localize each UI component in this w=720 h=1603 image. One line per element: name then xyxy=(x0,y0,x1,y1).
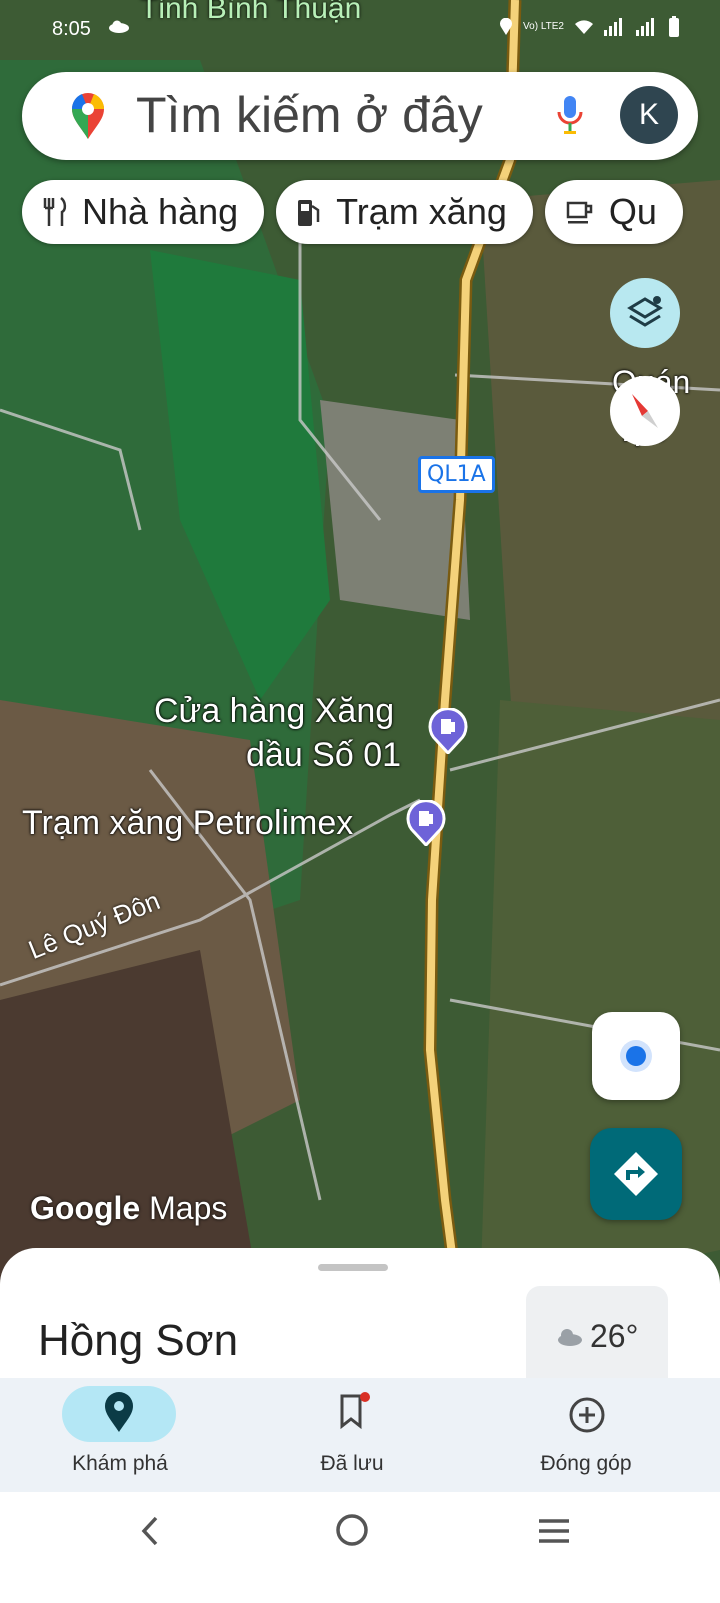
bottom-navigation: Khám phá Đã lưu Đóng góp xyxy=(0,1378,720,1492)
place-name: Hồng Sơn xyxy=(38,1316,239,1365)
nav-explore[interactable]: Khám phá xyxy=(0,1378,240,1492)
compass-button[interactable] xyxy=(610,376,680,446)
compass-icon xyxy=(632,394,658,428)
account-avatar[interactable]: K xyxy=(620,86,678,144)
my-location-button[interactable] xyxy=(592,1012,680,1100)
poi-label-petrolimex[interactable]: Trạm xăng Petrolimex xyxy=(22,804,353,843)
battery-icon xyxy=(669,16,679,37)
gas-station-marker-icon[interactable] xyxy=(428,708,468,754)
system-navigation-bar xyxy=(0,1492,720,1603)
temperature: 26° xyxy=(590,1318,639,1354)
coffee-icon xyxy=(566,201,593,224)
system-indicators: Vo) LTE2 xyxy=(499,16,680,38)
chip-coffee[interactable]: Qu xyxy=(544,180,683,244)
microphone-icon[interactable] xyxy=(556,94,584,138)
directions-button[interactable] xyxy=(590,1128,682,1220)
google-maps-watermark: Google Maps xyxy=(30,1190,227,1227)
home-icon[interactable] xyxy=(334,1512,370,1548)
back-icon[interactable] xyxy=(136,1514,164,1548)
my-location-icon xyxy=(626,1046,646,1066)
restaurant-icon xyxy=(43,197,67,226)
nav-label: Khám phá xyxy=(72,1452,168,1475)
nav-label: Đóng góp xyxy=(540,1452,632,1475)
location-pin-icon xyxy=(105,1392,133,1432)
poi-label-fuel-shop-line2[interactable]: dầu Số 01 xyxy=(246,736,401,775)
add-circle-icon xyxy=(569,1397,605,1433)
nav-contribute[interactable]: Đóng góp xyxy=(466,1378,706,1492)
bookmark-icon xyxy=(340,1392,370,1430)
layers-icon xyxy=(627,296,663,327)
google-maps-logo-icon xyxy=(71,93,105,139)
watermark-google: Google xyxy=(30,1190,141,1226)
directions-icon xyxy=(614,1152,658,1196)
gas-station-marker-icon[interactable] xyxy=(406,800,446,846)
cloud-icon xyxy=(558,1329,582,1346)
place-sheet[interactable]: Hồng Sơn 26° xyxy=(0,1248,720,1398)
chip-label: Qu xyxy=(608,191,657,232)
chip-label: Nhà hàng xyxy=(82,191,239,232)
chip-restaurants[interactable]: Nhà hàng xyxy=(22,180,265,244)
location-icon xyxy=(500,18,513,35)
category-chips: Nhà hàng Trạm xăng Qu xyxy=(22,180,683,244)
cloud-icon xyxy=(109,20,129,33)
wifi-icon xyxy=(575,20,593,34)
status-time: 8:05 xyxy=(52,18,91,40)
poi-label-fuel-shop[interactable]: Cửa hàng Xăng xyxy=(154,692,394,731)
watermark-maps: Maps xyxy=(149,1190,228,1226)
chip-gas-stations[interactable]: Trạm xăng xyxy=(276,180,533,244)
nav-label: Đã lưu xyxy=(320,1452,384,1475)
road-shield: QL1A xyxy=(418,456,495,493)
weather-widget[interactable]: 26° xyxy=(526,1286,668,1386)
sheet-drag-handle[interactable] xyxy=(318,1264,388,1271)
search-bar[interactable]: Tìm kiếm ở đây K xyxy=(22,72,698,160)
status-bar: 8:05 Vo) LTE2 xyxy=(0,0,720,60)
chip-label: Trạm xăng xyxy=(336,191,507,232)
recents-icon[interactable] xyxy=(536,1516,572,1546)
network-label: Vo) LTE2 xyxy=(523,21,564,32)
gas-station-icon xyxy=(298,200,320,226)
nav-saved[interactable]: Đã lưu xyxy=(232,1378,472,1492)
signal-icon xyxy=(604,18,622,36)
signal-icon-2 xyxy=(636,18,654,36)
layers-button[interactable] xyxy=(610,278,680,348)
search-placeholder[interactable]: Tìm kiếm ở đây xyxy=(136,86,483,144)
